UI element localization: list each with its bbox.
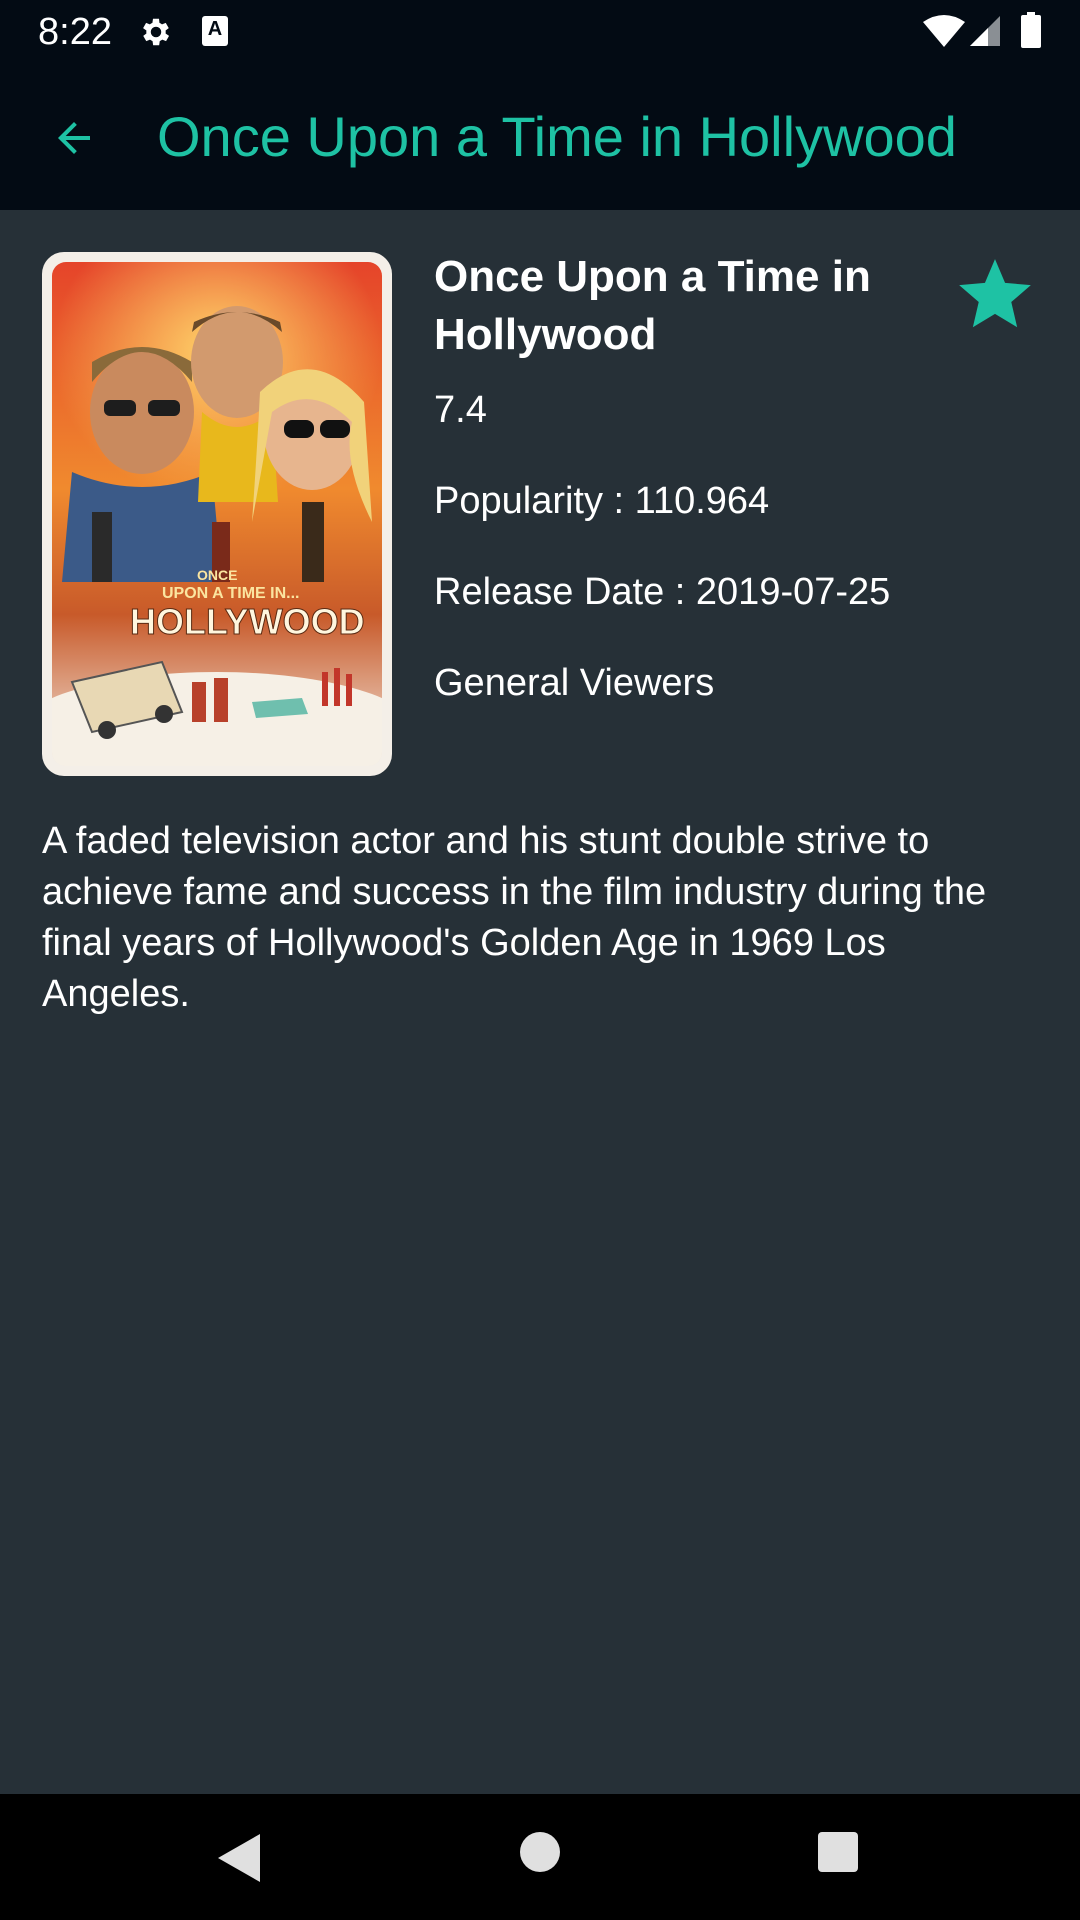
- status-bar: 8:22 A: [0, 0, 1080, 64]
- battery-icon: [1021, 12, 1041, 48]
- status-time: 8:22: [38, 11, 112, 53]
- movie-overview: A faded television actor and his stunt d…: [42, 820, 987, 1015]
- nav-back-icon[interactable]: [214, 1830, 264, 1886]
- audience-rating-text: General Viewers: [434, 662, 715, 704]
- movie-title: Once Upon a Time in Hollywood: [434, 252, 871, 359]
- accessibility-a-icon: A: [202, 16, 228, 46]
- popularity-text: Popularity : 110.964: [434, 480, 770, 522]
- arrow-back-icon: [58, 122, 90, 154]
- release-date-text: Release Date : 2019-07-25: [434, 571, 891, 613]
- nav-home-icon[interactable]: [520, 1832, 560, 1872]
- nav-recents-icon[interactable]: [818, 1832, 858, 1872]
- rating-text: 7.4: [434, 389, 487, 431]
- star-filled-icon: [959, 259, 1031, 328]
- cell-signal-icon: [970, 16, 1000, 46]
- poster-title-line2: UPON A TIME IN...: [162, 585, 299, 602]
- movie-poster: ONCE UPON A TIME IN... HOLLYWOOD: [42, 252, 392, 776]
- system-navigation-bar: [0, 1794, 1080, 1920]
- wifi-icon: [923, 15, 965, 47]
- poster-artwork: ONCE UPON A TIME IN... HOLLYWOOD: [52, 262, 382, 766]
- app-bar: Once Upon a Time in Hollywood: [0, 64, 1080, 210]
- favorite-button[interactable]: [952, 252, 1038, 338]
- poster-title-line3: HOLLYWOOD: [130, 601, 365, 642]
- app-bar-title: Once Upon a Time in Hollywood: [157, 105, 957, 168]
- poster-title-line1: ONCE: [197, 567, 237, 583]
- settings-gear-icon: [143, 18, 170, 46]
- back-button[interactable]: [44, 108, 104, 168]
- poster-illustration: ONCE UPON A TIME IN... HOLLYWOOD: [52, 262, 382, 766]
